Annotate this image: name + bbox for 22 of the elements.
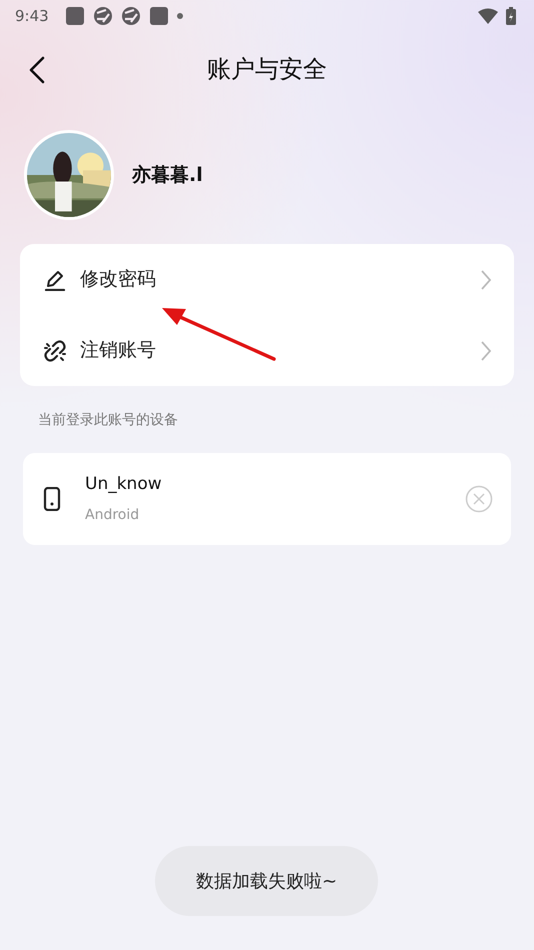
chevron-right-icon [480, 268, 492, 290]
wifi-icon [478, 8, 498, 24]
menu-item[interactable]: 注销账号 [20, 315, 514, 386]
status-time: 9:43 [15, 6, 49, 27]
notification-icon [92, 6, 113, 26]
toast-message: 数据加载失败啦~ [155, 846, 378, 916]
chevron-right-icon [480, 340, 492, 362]
notification-icon [64, 6, 85, 26]
notification-dot-icon [176, 13, 183, 19]
notification-icon [120, 6, 141, 26]
notification-icon [148, 6, 169, 26]
pencil-icon [44, 268, 66, 290]
menu-item[interactable]: 修改密码 [20, 244, 514, 315]
broken-link-icon [44, 340, 66, 362]
close-icon [465, 485, 493, 513]
device-name: Un_know [85, 472, 162, 496]
battery-icon [506, 7, 516, 25]
section-label: 当前登录此账号的设备 [38, 411, 179, 430]
page-title: 账户与安全 [207, 54, 327, 85]
device-platform: Android [85, 506, 140, 526]
username: 亦暮暮.l [132, 162, 203, 188]
phone-icon [43, 487, 61, 511]
